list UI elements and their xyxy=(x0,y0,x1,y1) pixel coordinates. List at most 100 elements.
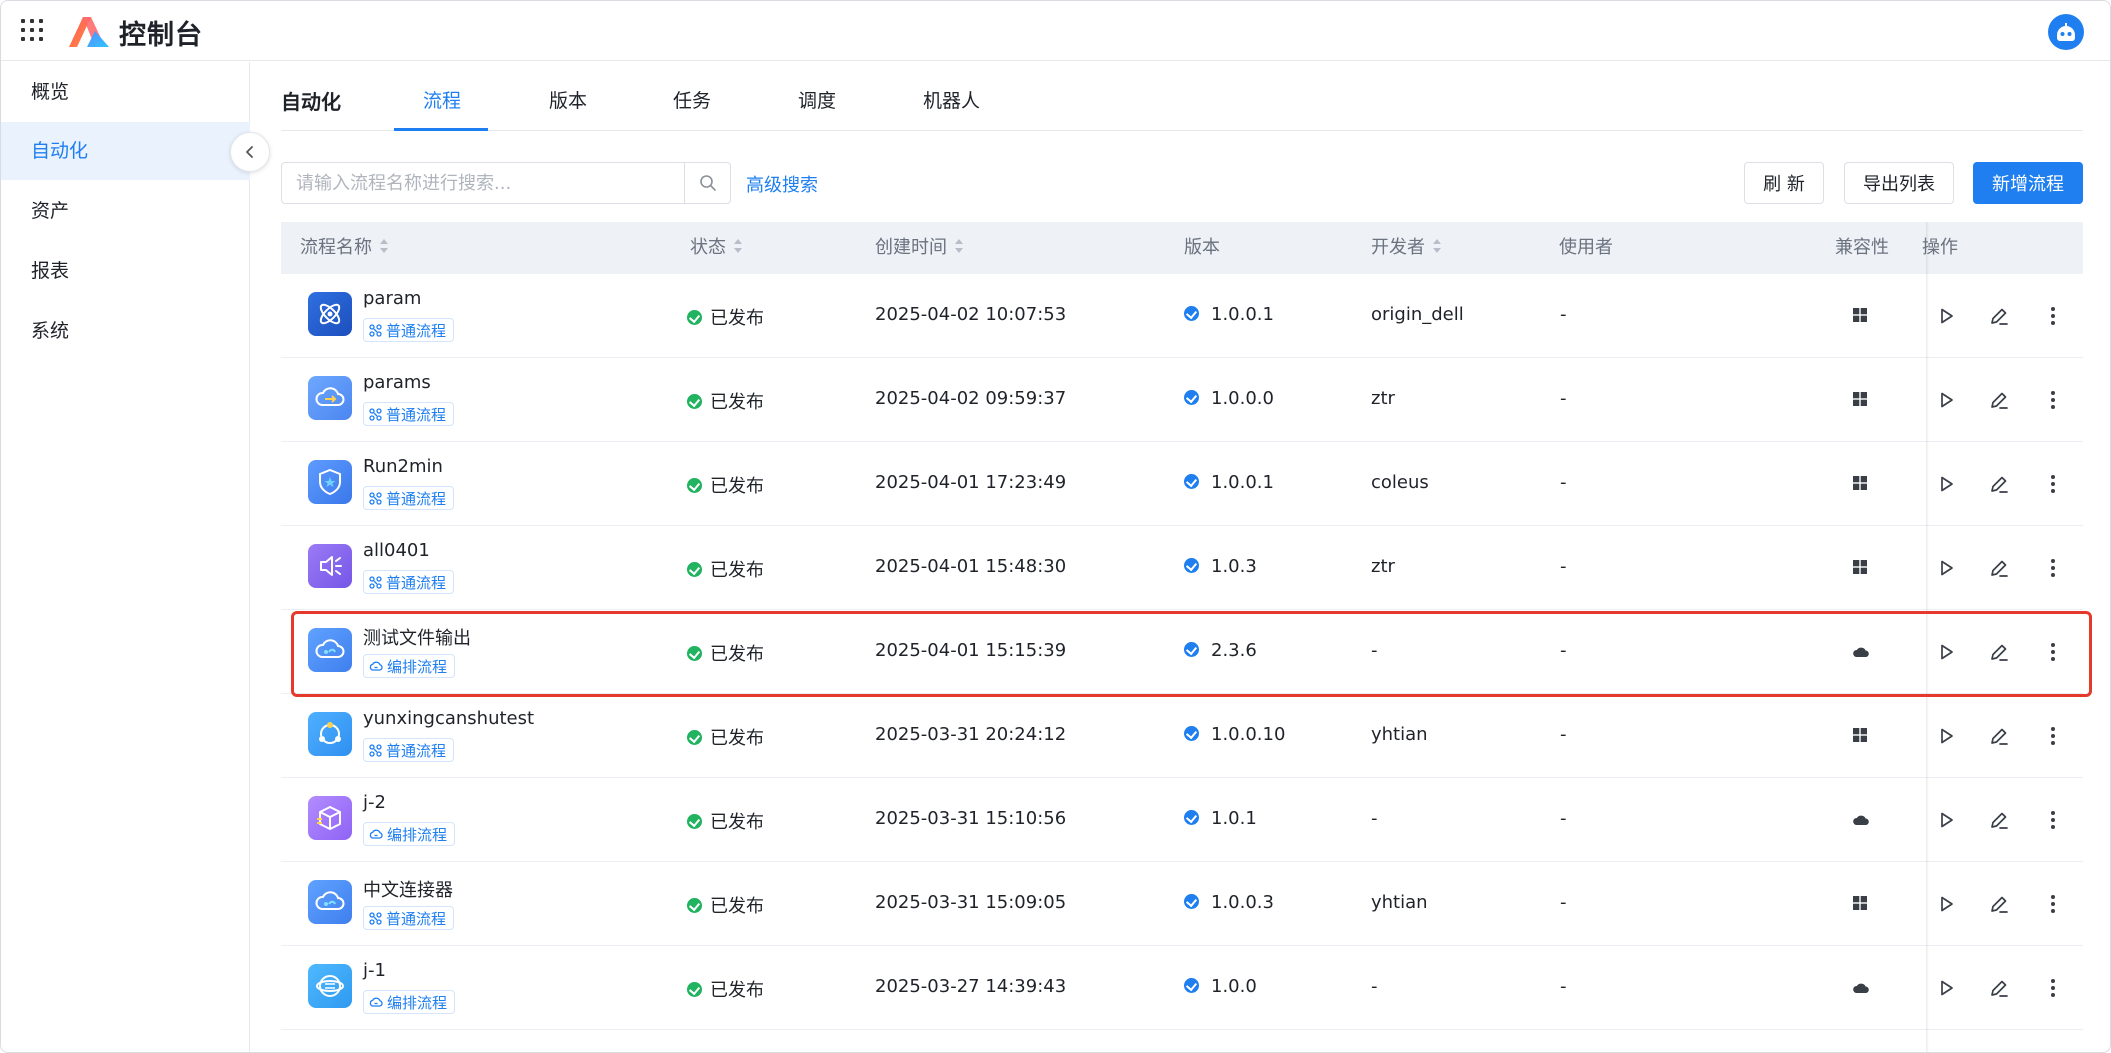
run-button[interactable] xyxy=(1934,808,1958,832)
sidebar-item-overview[interactable]: 概览 xyxy=(1,63,250,121)
more-actions-button[interactable] xyxy=(2041,808,2065,832)
app-grid-icon[interactable] xyxy=(21,19,45,43)
sort-icon[interactable] xyxy=(734,238,743,254)
column-header-status[interactable]: 状态 xyxy=(690,222,743,274)
published-check-icon xyxy=(687,645,702,661)
sort-icon[interactable] xyxy=(955,238,964,254)
more-actions-button[interactable] xyxy=(2041,388,2065,412)
table-row[interactable]: j-1 编排流程 已发布 2025-03-27 14:39:43 1.0.0 - - xyxy=(281,946,2083,1030)
run-button[interactable] xyxy=(1934,976,1958,1000)
process-type-tag: 普通流程 xyxy=(363,318,455,342)
more-actions-button[interactable] xyxy=(2041,976,2065,1000)
more-actions-button[interactable] xyxy=(2041,724,2065,748)
process-name[interactable]: j-2 xyxy=(363,792,386,813)
process-name[interactable]: 中文连接器 xyxy=(363,876,453,902)
process-name[interactable]: 测试文件输出 xyxy=(363,624,471,650)
table-row[interactable]: params 普通流程 已发布 2025-04-02 09:59:37 1.0.0.0 z… xyxy=(281,358,2083,442)
edit-button[interactable] xyxy=(1987,724,2011,748)
version-cell: 1.0.0.1 xyxy=(1184,472,1274,493)
edit-button[interactable] xyxy=(1987,472,2011,496)
published-check-icon xyxy=(687,561,702,577)
table-row[interactable]: all0401 普通流程 已发布 2025-04-01 15:48:30 1.0.3 zt… xyxy=(281,526,2083,610)
cloud-transfer-icon xyxy=(308,376,352,420)
tab-task[interactable]: 任务 xyxy=(673,86,711,122)
more-icon xyxy=(2051,979,2055,997)
export-list-button[interactable]: 导出列表 xyxy=(1844,162,1954,204)
edit-button[interactable] xyxy=(1987,388,2011,412)
normal-process-icon xyxy=(369,407,382,421)
run-button[interactable] xyxy=(1934,472,1958,496)
edit-button[interactable] xyxy=(1987,976,2011,1000)
run-button[interactable] xyxy=(1934,724,1958,748)
search-input[interactable] xyxy=(282,163,685,203)
tab-schedule[interactable]: 调度 xyxy=(798,86,836,122)
developer: ztr xyxy=(1371,556,1395,577)
process-name[interactable]: yunxingcanshutest xyxy=(363,708,534,729)
sort-icon[interactable] xyxy=(1433,238,1442,254)
user-avatar[interactable] xyxy=(2048,14,2084,50)
sort-icon[interactable] xyxy=(380,238,389,254)
table-row[interactable]: j-2 编排流程 已发布 2025-03-31 15:10:56 1.0.1 - - xyxy=(281,778,2083,862)
status-cell: 已发布 xyxy=(687,892,764,918)
tab-version[interactable]: 版本 xyxy=(549,86,587,122)
more-actions-button[interactable] xyxy=(2041,892,2065,916)
sidebar-item-system[interactable]: 系统 xyxy=(1,302,250,360)
process-name[interactable]: param xyxy=(363,288,421,309)
run-button[interactable] xyxy=(1934,556,1958,580)
run-button[interactable] xyxy=(1934,892,1958,916)
run-button[interactable] xyxy=(1934,388,1958,412)
user: - xyxy=(1560,892,1567,913)
created-time: 2025-04-01 15:15:39 xyxy=(875,640,1067,661)
column-header-developer[interactable]: 开发者 xyxy=(1371,222,1442,274)
run-button[interactable] xyxy=(1934,640,1958,664)
version-cell: 1.0.0.0 xyxy=(1184,388,1274,409)
sidebar-item-reports[interactable]: 报表 xyxy=(1,242,250,300)
more-actions-button[interactable] xyxy=(2041,304,2065,328)
table-row[interactable]: 中文连接器 普通流程 已发布 2025-03-31 15:09:05 1.0.0.3 yh… xyxy=(281,862,2083,946)
edit-button[interactable] xyxy=(1987,304,2011,328)
run-button[interactable] xyxy=(1934,304,1958,328)
developer: - xyxy=(1371,640,1378,661)
tab-process[interactable]: 流程 xyxy=(423,86,461,122)
sidebar-item-assets[interactable]: 资产 xyxy=(1,182,250,240)
version-check-icon xyxy=(1184,641,1199,657)
more-icon xyxy=(2051,391,2055,409)
column-header-name[interactable]: 流程名称 xyxy=(300,222,389,274)
table-row[interactable]: Run2min 普通流程 已发布 2025-04-01 17:23:49 1.0.0.1… xyxy=(281,442,2083,526)
published-check-icon xyxy=(687,897,702,913)
more-actions-button[interactable] xyxy=(2041,556,2065,580)
version-cell: 1.0.0.10 xyxy=(1184,724,1285,745)
process-name[interactable]: all0401 xyxy=(363,540,430,561)
compat-indicator xyxy=(1852,390,1870,408)
more-actions-button[interactable] xyxy=(2041,640,2065,664)
more-actions-button[interactable] xyxy=(2041,472,2065,496)
process-name[interactable]: j-1 xyxy=(363,960,386,981)
version-cell: 1.0.0.1 xyxy=(1184,304,1274,325)
edit-button[interactable] xyxy=(1987,640,2011,664)
created-time: 2025-04-02 10:07:53 xyxy=(875,304,1067,325)
table-row[interactable]: param 普通流程 已发布 2025-04-02 10:07:53 1.0.0.1 or… xyxy=(281,274,2083,358)
user: - xyxy=(1560,388,1567,409)
developer: - xyxy=(1371,808,1378,829)
sidebar-item-automation[interactable]: 自动化 xyxy=(1,122,250,180)
run-icon xyxy=(1941,896,1953,912)
edit-button[interactable] xyxy=(1987,892,2011,916)
tab-robot[interactable]: 机器人 xyxy=(923,86,980,122)
process-name[interactable]: Run2min xyxy=(363,456,443,477)
compat-indicator xyxy=(1852,642,1870,660)
version-check-icon xyxy=(1184,809,1199,825)
edit-icon xyxy=(1991,644,2008,661)
table-row[interactable]: 测试文件输出 编排流程 已发布 2025-04-01 15:15:39 2.3.6 - - xyxy=(281,610,2083,694)
process-name[interactable]: params xyxy=(363,372,431,393)
add-process-button[interactable]: 新增流程 xyxy=(1973,162,2083,204)
table-row[interactable]: yunxingcanshutest 普通流程 已发布 2025-03-31 20:24… xyxy=(281,694,2083,778)
edit-button[interactable] xyxy=(1987,556,2011,580)
advanced-search-link[interactable]: 高级搜索 xyxy=(746,171,818,197)
column-header-created[interactable]: 创建时间 xyxy=(875,222,964,274)
search-button[interactable] xyxy=(684,163,730,203)
refresh-button[interactable]: 刷 新 xyxy=(1744,162,1824,204)
edit-button[interactable] xyxy=(1987,808,2011,832)
created-time: 2025-04-01 15:48:30 xyxy=(875,556,1067,577)
sidebar-collapse-button[interactable] xyxy=(230,132,270,172)
speaker-icon xyxy=(308,544,352,588)
